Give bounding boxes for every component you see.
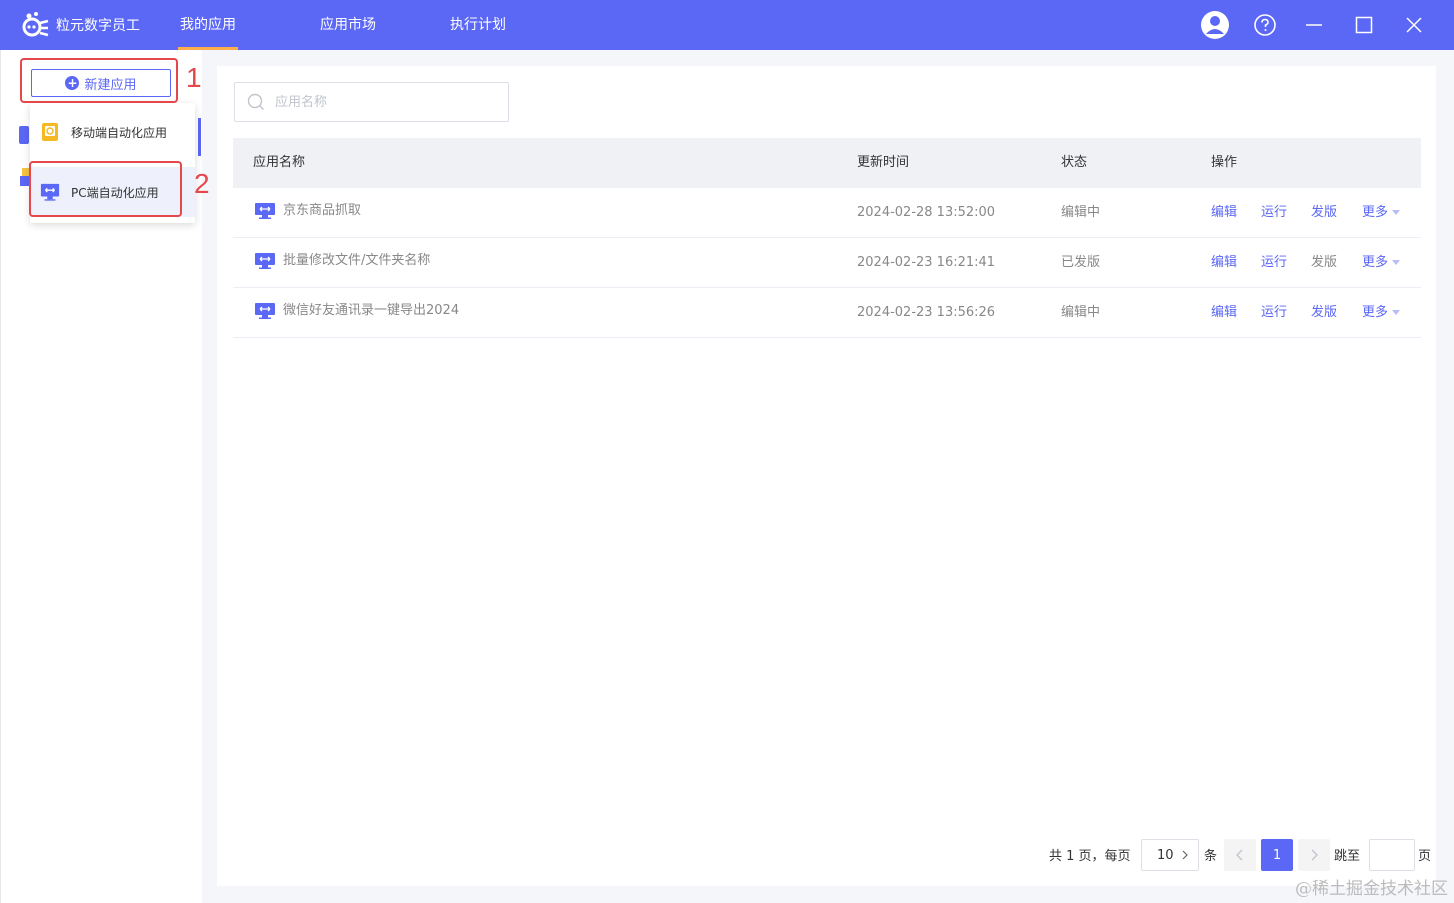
user-avatar-icon[interactable]: [1200, 10, 1230, 40]
more-button[interactable]: 更多: [1362, 288, 1401, 338]
edit-button[interactable]: 编辑: [1211, 288, 1237, 338]
annotation-number-1: 1: [186, 62, 202, 93]
search-input[interactable]: [275, 94, 495, 110]
app-logo-icon: [22, 12, 49, 37]
app-name: 粒元数字员工: [56, 18, 140, 34]
table-header: 应用名称 更新时间 状态 操作: [233, 138, 1421, 188]
watermark: @稀土掘金技术社区: [1295, 879, 1448, 899]
new-app-dropdown: 移动端自动化应用 PC端自动化应用: [30, 103, 195, 223]
app-name[interactable]: 批量修改文件/文件夹名称: [283, 236, 430, 286]
updated-time: 2024-02-28 13:52:00: [857, 205, 996, 220]
main-panel: 应用名称 更新时间 状态 操作 京东商品抓取 2024-02-28 13:52:…: [217, 66, 1436, 886]
apps-table: 应用名称 更新时间 状态 操作 京东商品抓取 2024-02-28 13:52:…: [233, 138, 1421, 338]
run-button[interactable]: 运行: [1261, 288, 1287, 338]
more-label: 更多: [1362, 305, 1389, 320]
menu-item-mobile-app[interactable]: 移动端自动化应用: [30, 107, 195, 157]
caret-down-icon: [1392, 260, 1401, 265]
pc-app-icon: [255, 253, 275, 269]
help-icon[interactable]: [1250, 10, 1280, 40]
page-suffix: 页: [1418, 848, 1432, 864]
plus-icon: +: [65, 76, 80, 90]
updated-time: 2024-02-23 16:21:41: [857, 255, 996, 270]
page-button-1[interactable]: 1: [1261, 839, 1293, 871]
menu-item-label: 移动端自动化应用: [71, 125, 168, 140]
maximize-icon[interactable]: [1349, 10, 1379, 40]
chevron-left-icon: [1236, 849, 1243, 861]
app-name[interactable]: 微信好友通讯录一键导出2024: [283, 286, 459, 336]
tab-my-apps[interactable]: 我的应用: [178, 0, 238, 50]
pagination-summary: 共 1 页，每页: [1049, 848, 1131, 864]
menu-item-label: PC端自动化应用: [71, 185, 159, 200]
caret-down-icon: [1392, 310, 1401, 315]
menu-item-pc-app[interactable]: PC端自动化应用: [30, 167, 195, 217]
sidebar-gear-icon: [19, 126, 29, 144]
mobile-app-icon: [42, 123, 58, 141]
sidebar-folder-icon: [20, 176, 30, 186]
publish-button[interactable]: 发版: [1311, 288, 1337, 338]
search-icon: [247, 93, 264, 110]
title-bar: 粒元数字员工 我的应用 应用市场 执行计划: [0, 0, 1454, 50]
page-size-select[interactable]: 10: [1141, 839, 1199, 871]
status-text: 编辑中: [1061, 205, 1101, 220]
status-text: 编辑中: [1061, 305, 1101, 320]
tab-execution-plan[interactable]: 执行计划: [450, 0, 506, 50]
new-app-button[interactable]: + 新建应用: [31, 69, 171, 97]
tab-app-market[interactable]: 应用市场: [320, 0, 376, 50]
edit-button[interactable]: 编辑: [1211, 188, 1237, 238]
table-row[interactable]: 京东商品抓取 2024-02-28 13:52:00 编辑中 编辑 运行 发版 …: [233, 188, 1421, 238]
pc-app-icon: [40, 183, 60, 201]
caret-down-icon: [1392, 210, 1401, 215]
sidebar-active-indicator: [198, 118, 201, 156]
pc-app-icon: [255, 303, 275, 319]
col-header-name: 应用名称: [253, 155, 306, 170]
updated-time: 2024-02-23 13:56:26: [857, 305, 996, 320]
minimize-icon[interactable]: [1299, 10, 1329, 40]
table-row[interactable]: 批量修改文件/文件夹名称 2024-02-23 16:21:41 已发版 编辑 …: [233, 238, 1421, 288]
search-box[interactable]: [234, 82, 509, 122]
brand: 粒元数字员工: [20, 10, 180, 40]
chevron-right-icon: [1311, 849, 1318, 861]
close-icon[interactable]: [1399, 10, 1429, 40]
annotation-number-2: 2: [194, 168, 210, 199]
col-header-status: 状态: [1061, 155, 1088, 170]
jump-page-field[interactable]: [1369, 839, 1415, 871]
publish-button[interactable]: 发版: [1311, 188, 1337, 238]
more-button[interactable]: 更多: [1362, 238, 1401, 288]
edit-button[interactable]: 编辑: [1211, 238, 1237, 288]
more-button[interactable]: 更多: [1362, 188, 1401, 238]
jump-page-input[interactable]: [1370, 840, 1414, 870]
next-page-button[interactable]: [1298, 839, 1330, 871]
more-label: 更多: [1362, 205, 1389, 220]
more-label: 更多: [1362, 255, 1389, 270]
jump-label: 跳至: [1334, 848, 1361, 864]
status-text: 已发版: [1061, 255, 1101, 270]
col-header-updated: 更新时间: [857, 155, 910, 170]
chevron-right-icon: [1182, 850, 1188, 860]
table-row[interactable]: 微信好友通讯录一键导出2024 2024-02-23 13:56:26 编辑中 …: [233, 288, 1421, 338]
run-button[interactable]: 运行: [1261, 238, 1287, 288]
app-name[interactable]: 京东商品抓取: [283, 186, 361, 236]
sidebar-star-icon: [22, 168, 30, 176]
col-header-actions: 操作: [1211, 155, 1238, 170]
new-app-label: 新建应用: [84, 77, 137, 93]
run-button[interactable]: 运行: [1261, 188, 1287, 238]
pc-app-icon: [255, 203, 275, 219]
page-size-unit: 条: [1204, 848, 1218, 864]
prev-page-button[interactable]: [1224, 839, 1256, 871]
page-size-value: 10: [1157, 847, 1174, 863]
publish-button[interactable]: 发版: [1311, 238, 1337, 288]
